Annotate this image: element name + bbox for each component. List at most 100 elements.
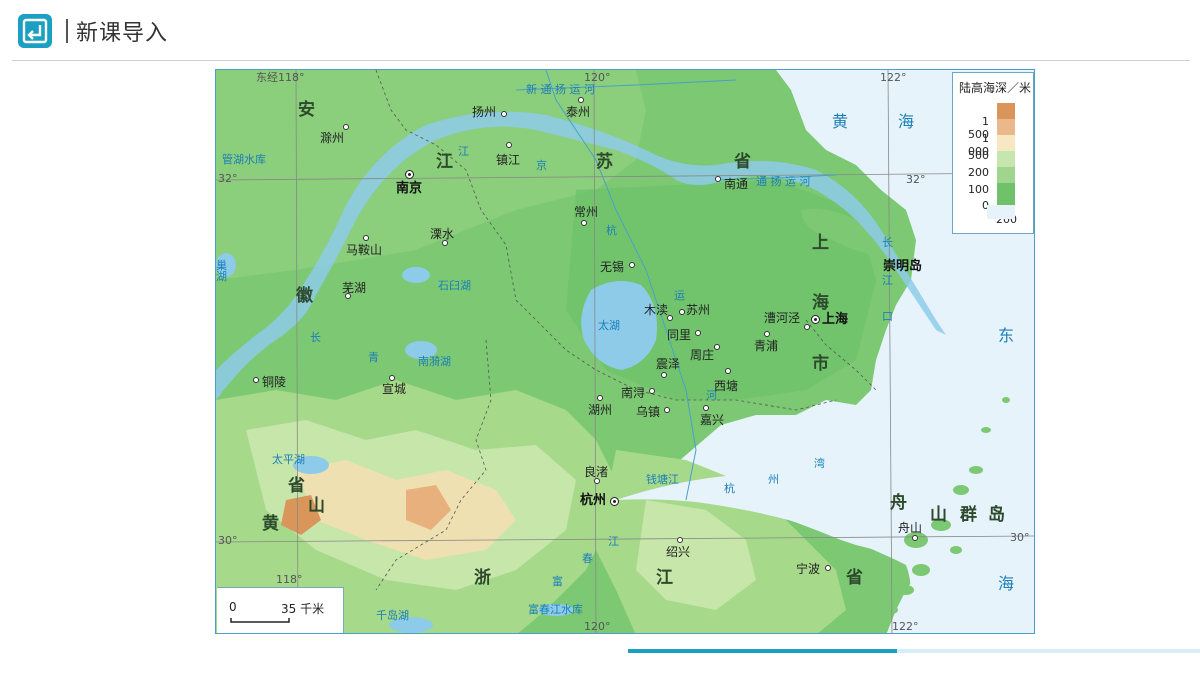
city-nanjing-marker [405, 170, 414, 179]
legend-title: 陆高海深／米 [959, 81, 1032, 95]
city-zhouzhuang-label: 周庄 [690, 348, 715, 362]
sea-east-char-1: 东 [998, 326, 1015, 345]
city-xitang-marker [725, 368, 731, 374]
canal-tongyang: 通 扬 运 河 [756, 175, 811, 188]
city-shanghai-label: 上海 [822, 312, 849, 327]
city-suzhou-label: 苏州 [686, 303, 711, 317]
city-tongli-marker [695, 330, 701, 336]
legend-level-200: 200 [968, 166, 989, 179]
city-ningbo-label: 宁波 [796, 562, 821, 576]
legend-swatch-200 [997, 151, 1015, 167]
city-suzhou-marker [679, 309, 685, 315]
city-zhoushan-label: 舟山 [898, 521, 923, 535]
city-nanxun-label: 南浔 [621, 386, 646, 400]
changjiang-kou-char-3: 口 [882, 310, 893, 323]
grid-label-32n-left: 32° [218, 172, 238, 185]
city-tongling-label: 铜陵 [262, 375, 287, 389]
city-maanshan-marker [363, 235, 369, 241]
terrain-layer [216, 70, 1034, 633]
city-nanjing-label: 南京 [396, 181, 423, 196]
city-huzhou-label: 湖州 [588, 403, 613, 417]
city-shaoxing-marker [677, 537, 683, 543]
city-caohejing-marker [804, 324, 810, 330]
city-yangzhou-label: 扬州 [472, 105, 497, 119]
legend-swatch-500 [997, 135, 1015, 151]
yangtze-delta-map: 陆高海深／米 1 500 1 000 500 200 100 0 200 东经1… [215, 69, 1035, 634]
river-jiang-char: 江 [458, 145, 469, 158]
scale-line [230, 618, 290, 623]
zhoushan-islands-char-4: 岛 [988, 505, 1005, 525]
city-nantong-label: 南通 [724, 177, 749, 191]
changjiang-kou-char-1: 长 [882, 236, 893, 249]
province-anhui-char-1: 安 [298, 100, 315, 120]
city-wuhu-label: 芜湖 [342, 281, 367, 295]
province-zhejiang-char-2: 江 [656, 568, 673, 588]
city-zhoushan-marker [912, 535, 918, 541]
city-wuxi-marker [629, 262, 635, 268]
sea-yellow-char-2: 海 [898, 112, 915, 131]
city-hangzhou-label: 杭州 [580, 493, 607, 508]
city-xuancheng-label: 宣城 [382, 382, 407, 396]
city-jiaxing-label: 嘉兴 [700, 413, 725, 427]
grid-label-118e-bottom: 118° [276, 573, 303, 586]
hangzhou-bay-char-2: 州 [768, 473, 779, 486]
grid-label-120e-bottom: 120° [584, 620, 611, 633]
lake-nanyi: 南漪湖 [418, 355, 451, 368]
province-jiangsu-char-1: 江 [436, 152, 453, 172]
province-anhui-char-2: 徽 [296, 286, 313, 306]
city-zhenze-label: 震泽 [656, 357, 681, 371]
city-taizhou-marker [578, 97, 584, 103]
grid-label-122e: 122° [880, 71, 907, 84]
city-wuzhen-marker [664, 407, 670, 413]
city-zhouzhuang-marker [714, 344, 720, 350]
legend-level-500: 500 [968, 149, 989, 162]
lake-qiandao: 千岛湖 [376, 609, 409, 622]
zhoushan-islands-char-1: 舟 [890, 493, 907, 513]
river-chun-char: 春 [582, 552, 593, 565]
slide-progress-bar [628, 649, 1200, 653]
city-caohejing-label: 漕河泾 [764, 311, 801, 325]
title-divider [66, 19, 68, 43]
province-anhui-char-3: 省 [288, 476, 305, 496]
grid-label-118e: 东经118° [256, 71, 305, 84]
legend-swatch-100 [997, 167, 1015, 183]
grid-label-30n-left: 30° [218, 534, 238, 547]
province-shanghai-char-3: 市 [812, 354, 829, 374]
city-tongling-marker [253, 377, 259, 383]
city-mudu-label: 木渎 [644, 303, 669, 317]
lake-chaohu: 巢湖 [216, 259, 227, 283]
legend-level-0: 0 [982, 199, 989, 212]
city-xitang-label: 西塘 [714, 379, 739, 393]
grid-label-122e-bottom: 122° [892, 620, 919, 633]
sea-east-char-2: 海 [998, 574, 1015, 593]
mountain-huangshan-char-2: 山 [308, 496, 325, 516]
grid-label-120e: 120° [584, 71, 611, 84]
lake-shijiu: 石臼湖 [438, 279, 471, 292]
slide-progress-fill [628, 649, 897, 653]
city-taizhou-label: 泰州 [566, 105, 591, 119]
city-tongli-label: 同里 [667, 328, 692, 342]
legend-swatch-0 [997, 183, 1015, 205]
hangzhou-bay-char-1: 杭 [724, 482, 735, 495]
lake-taiping: 太平湖 [272, 453, 305, 466]
city-ningbo-marker [825, 565, 831, 571]
city-wuxi-label: 无锡 [600, 260, 625, 274]
city-zhenze-marker [661, 372, 667, 378]
river-qiantang: 钱塘江 [646, 473, 679, 486]
city-shanghai-marker [811, 315, 820, 324]
return-arrow-icon[interactable] [18, 14, 52, 48]
island-chongming-label: 崇明岛 [883, 259, 923, 274]
header-divider [12, 60, 1190, 61]
zhoushan-islands-char-2: 山 [930, 505, 947, 525]
grid-label-32n-right: 32° [906, 173, 926, 186]
city-hangzhou-marker [610, 497, 619, 506]
city-jiaxing-marker [703, 405, 709, 411]
city-wuzhen-label: 乌镇 [636, 405, 661, 419]
city-qingpu-label: 青浦 [754, 339, 779, 353]
river-fu-char: 富 [552, 575, 563, 588]
city-nantong-marker [715, 176, 721, 182]
legend-swatch-1000 [997, 119, 1015, 135]
city-zhenjiang-label: 镇江 [496, 153, 521, 167]
city-liangzhu-label: 良渚 [584, 465, 609, 479]
legend-swatch-sea [987, 205, 1015, 219]
